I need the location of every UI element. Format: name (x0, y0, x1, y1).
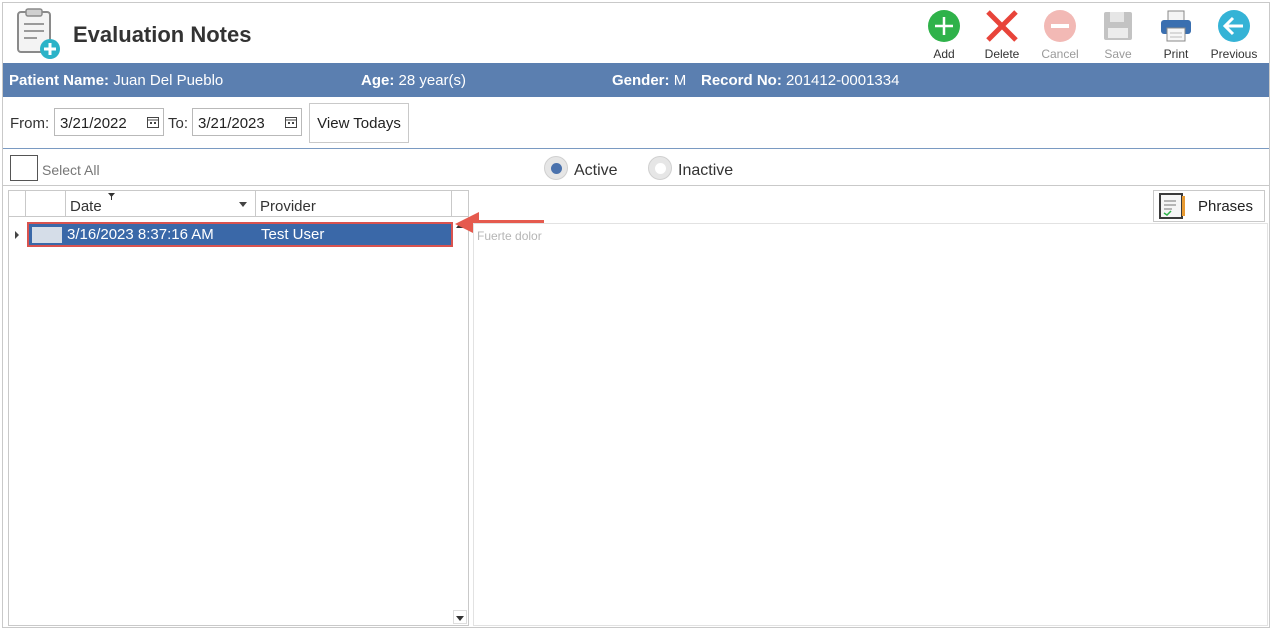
from-date-value: 3/21/2022 (60, 115, 127, 132)
note-text-area[interactable]: Fuerte dolor (473, 223, 1268, 626)
phrases-label: Phrases (1198, 197, 1254, 215)
active-radio[interactable] (544, 156, 568, 180)
phrases-button[interactable]: Phrases (1153, 190, 1265, 222)
grid-header: Date Provider (9, 191, 468, 217)
radio-dot (655, 163, 666, 174)
gender-value: M (673, 72, 687, 89)
date-filter-row: From: 3/21/2022 To: 3/21/2023 View Today… (3, 99, 1269, 149)
date-column-header[interactable]: Date (66, 191, 256, 217)
delete-button[interactable]: Delete (973, 5, 1031, 61)
cancel-button[interactable]: Cancel (1031, 5, 1089, 61)
inactive-label: Inactive (678, 162, 734, 179)
view-todays-button[interactable]: View Todays (309, 103, 409, 143)
save-label: Save (1104, 47, 1132, 61)
row-date-cell: 3/16/2023 8:37:16 AM (67, 226, 214, 243)
chevron-down-icon[interactable] (239, 202, 247, 207)
cancel-label: Cancel (1041, 47, 1079, 61)
age-field: Age: 28 year(s) (361, 72, 466, 89)
patient-name-field: Patient Name: Juan Del Pueblo (9, 72, 223, 89)
select-all-checkbox[interactable] (10, 155, 38, 181)
patient-info-bar: Patient Name: Juan Del Pueblo Age: 28 ye… (3, 63, 1269, 97)
age-label: Age: (361, 72, 395, 89)
patient-name-label: Patient Name: (9, 72, 110, 89)
selection-row: Select All Active Inactive (3, 150, 1269, 186)
row-checkbox[interactable] (32, 227, 62, 243)
date-column-label: Date (70, 198, 102, 215)
previous-button[interactable]: Previous (1205, 5, 1263, 61)
to-date-value: 3/21/2023 (198, 115, 265, 132)
add-label: Add (933, 47, 955, 61)
active-label: Active (574, 162, 618, 179)
note-text: Fuerte dolor (477, 229, 542, 243)
provider-column-header[interactable]: Provider (256, 191, 452, 217)
floppy-disk-icon (1100, 8, 1136, 43)
to-label: To: (168, 115, 189, 132)
current-row-indicator-icon (15, 231, 19, 239)
age-value: 28 year(s) (398, 72, 467, 89)
plus-circle-icon (926, 8, 962, 43)
header: Evaluation Notes Add Delete Cancel Save … (3, 3, 1269, 63)
scroll-down-icon[interactable] (456, 616, 464, 621)
record-label: Record No: (701, 72, 782, 89)
delete-label: Delete (984, 47, 1020, 61)
minus-circle-icon (1042, 8, 1078, 43)
calendar-icon[interactable] (285, 116, 297, 128)
table-row[interactable]: 3/16/2023 8:37:16 AM Test User (27, 222, 453, 247)
row-indicator-header (9, 191, 26, 217)
gender-field: Gender: M (612, 72, 686, 89)
from-label: From: (10, 115, 50, 132)
record-value: 201412-0001334 (786, 72, 900, 89)
arrow-left-circle-icon (1216, 8, 1252, 43)
record-field: Record No: 201412-0001334 (701, 72, 899, 89)
add-button[interactable]: Add (915, 5, 973, 61)
x-icon (984, 8, 1020, 43)
select-all-label: Select All (42, 162, 100, 178)
notes-grid: Date Provider 3/16/2023 8:37:16 AM Test … (8, 190, 469, 626)
print-label: Print (1163, 47, 1189, 61)
toolbar: Add Delete Cancel Save Print Previous (915, 5, 1263, 61)
from-date-picker[interactable]: 3/21/2022 (54, 108, 164, 136)
filter-icon[interactable] (108, 193, 115, 200)
calendar-icon[interactable] (147, 116, 159, 128)
save-button[interactable]: Save (1089, 5, 1147, 61)
provider-column-label: Provider (260, 198, 316, 215)
radio-dot (551, 163, 562, 174)
clipboard-add-icon (15, 7, 61, 61)
evaluation-notes-window: Evaluation Notes Add Delete Cancel Save … (2, 2, 1270, 628)
to-date-picker[interactable]: 3/21/2023 (192, 108, 302, 136)
printer-icon (1158, 8, 1194, 43)
print-button[interactable]: Print (1147, 5, 1205, 61)
patient-name-value: Juan Del Pueblo (113, 72, 224, 89)
clipboard-notes-icon (1159, 193, 1185, 219)
checkbox-column-header (26, 191, 66, 217)
page-title: Evaluation Notes (73, 22, 252, 47)
inactive-radio[interactable] (648, 156, 672, 180)
row-provider-cell: Test User (261, 226, 325, 243)
previous-label: Previous (1210, 47, 1258, 61)
gender-label: Gender: (612, 72, 670, 89)
